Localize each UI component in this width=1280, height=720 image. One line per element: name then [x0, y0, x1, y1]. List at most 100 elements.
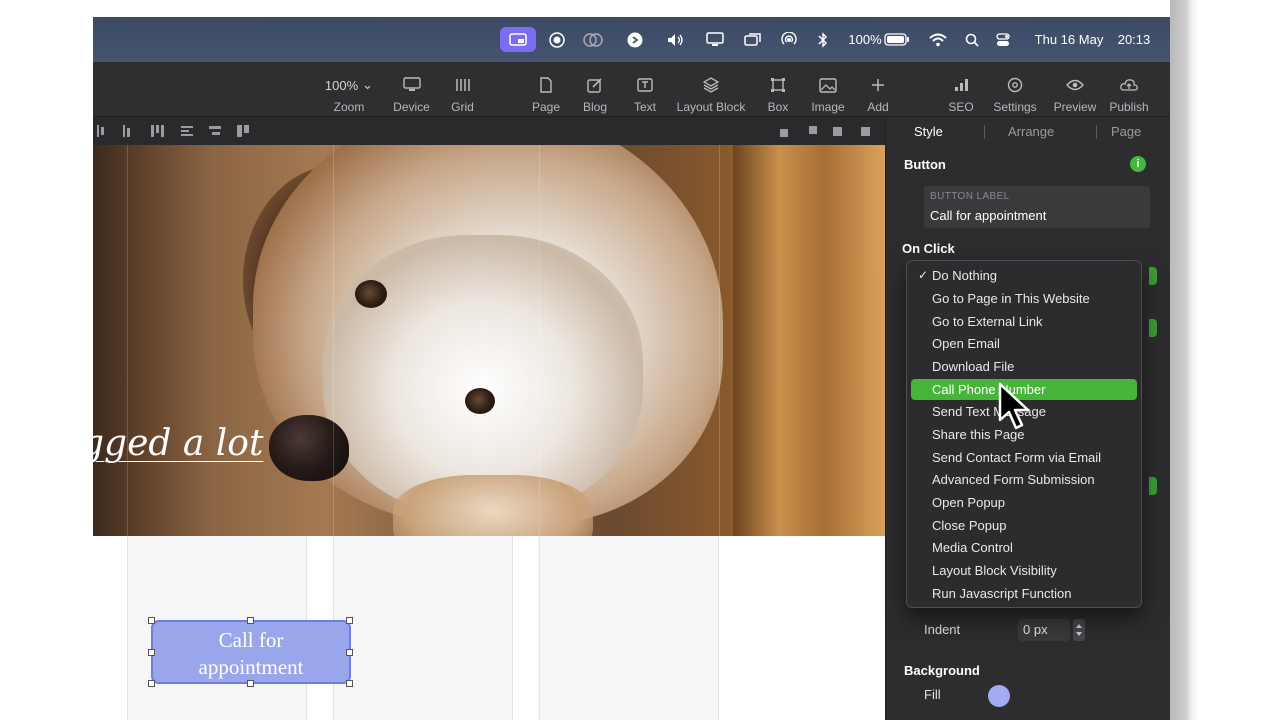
send-backward-icon[interactable] — [807, 125, 819, 137]
grid-column — [333, 536, 513, 720]
resize-handle-bottom-right[interactable] — [346, 680, 353, 687]
left-margin — [0, 0, 93, 720]
tab-style[interactable]: Style — [914, 124, 943, 139]
resize-handle-top[interactable] — [247, 617, 254, 624]
resize-handle-left[interactable] — [148, 649, 155, 656]
box-button[interactable]: Box — [761, 62, 795, 117]
display-icon[interactable] — [703, 17, 727, 62]
on-click-title: On Click — [902, 241, 955, 256]
grid-button[interactable]: Grid — [445, 62, 480, 117]
menu-item-close-popup[interactable]: Close Popup — [911, 515, 1137, 536]
menu-item-external-link[interactable]: Go to External Link — [911, 311, 1137, 332]
menu-item-layout-block-visibility[interactable]: Layout Block Visibility — [911, 560, 1137, 581]
align-center-icon[interactable] — [123, 125, 135, 137]
tab-arrange[interactable]: Arrange — [1008, 124, 1054, 139]
page-icon — [539, 72, 553, 98]
menu-item-contact-form[interactable]: Send Contact Form via Email — [911, 447, 1137, 468]
info-icon[interactable]: i — [1130, 156, 1146, 172]
menu-item-open-popup[interactable]: Open Popup — [911, 492, 1137, 513]
layout-block-label: Layout Block — [676, 100, 746, 114]
fill-color-swatch[interactable] — [988, 685, 1010, 707]
zoom-label: Zoom — [333, 100, 365, 114]
chevron-down-icon: ⌄ — [362, 77, 374, 92]
call-for-appointment-button[interactable]: Call for appointment — [151, 620, 351, 684]
airdrop-icon[interactable] — [777, 17, 801, 62]
send-back-icon[interactable] — [779, 125, 791, 137]
tab-page[interactable]: Page — [1111, 124, 1141, 139]
fill-label: Fill — [924, 687, 941, 702]
align-left-edge-icon[interactable] — [97, 125, 109, 137]
blog-button[interactable]: Blog — [577, 62, 613, 117]
preview-button[interactable]: Preview — [1053, 62, 1097, 117]
indent-stepper[interactable] — [1073, 619, 1085, 641]
device-label: Device — [393, 100, 430, 114]
dog-photo-image[interactable]: gged a lot — [93, 145, 885, 536]
menubar-time[interactable]: 20:13 — [1111, 17, 1157, 62]
add-label: Add — [867, 100, 889, 114]
dog-eye-left — [355, 280, 387, 308]
resize-handle-bottom-left[interactable] — [148, 680, 155, 687]
app-toolbar: 100% ⌄ Zoom Device Grid Page Blog Text La… — [93, 62, 1170, 117]
settings-button[interactable]: Settings — [989, 62, 1041, 117]
edit-icon — [587, 72, 603, 98]
page-button[interactable]: Page — [526, 62, 566, 117]
text-button[interactable]: Text — [627, 62, 663, 117]
seo-label: SEO — [948, 100, 974, 114]
text-icon — [637, 72, 653, 98]
publish-button[interactable]: Publish — [1107, 62, 1151, 117]
plus-icon — [871, 72, 885, 98]
resize-handle-bottom[interactable] — [247, 680, 254, 687]
resize-handle-right[interactable] — [346, 649, 353, 656]
grid-icon — [455, 72, 471, 98]
align-middle-lines-icon[interactable] — [209, 125, 221, 137]
search-icon[interactable] — [962, 17, 982, 62]
align-bars-icon[interactable] — [151, 125, 164, 137]
box-label: Box — [767, 100, 789, 114]
publish-label: Publish — [1109, 100, 1149, 114]
button-text-line-1: Call for — [218, 628, 284, 652]
control-center-icon[interactable] — [993, 17, 1013, 62]
grid-column — [539, 536, 719, 720]
menu-item-run-javascript[interactable]: Run Javascript Function — [911, 583, 1137, 604]
bar-chart-icon — [953, 72, 969, 98]
record-icon[interactable] — [545, 17, 569, 62]
zoom-control[interactable]: 100% ⌄ Zoom — [315, 62, 383, 117]
add-button[interactable]: Add — [863, 62, 893, 117]
menu-item-media-control[interactable]: Media Control — [911, 537, 1137, 558]
indent-input[interactable]: 0 px — [1018, 619, 1070, 641]
bring-forward-icon[interactable] — [833, 125, 845, 137]
bring-front-icon[interactable] — [859, 125, 871, 137]
wifi-icon[interactable] — [926, 17, 950, 62]
button-label-field[interactable]: BUTTON LABEL Call for appointment — [924, 186, 1150, 228]
layers-icon — [703, 72, 719, 98]
menu-item-go-to-page[interactable]: Go to Page in This Website — [911, 288, 1137, 309]
battery-icon[interactable] — [883, 17, 911, 62]
align-top-lines-icon[interactable] — [181, 125, 193, 137]
device-button[interactable]: Device — [389, 62, 434, 117]
button-section-title: Button — [904, 157, 946, 172]
align-bottom-lines-icon[interactable] — [237, 125, 249, 137]
menu-item-advanced-form[interactable]: Advanced Form Submission — [911, 469, 1137, 490]
menu-item-do-nothing[interactable]: ✓ Do Nothing — [911, 265, 1137, 286]
shazam-icon[interactable] — [623, 17, 647, 62]
volume-icon[interactable] — [664, 17, 688, 62]
menubar-date[interactable]: Thu 16 May — [1033, 17, 1105, 62]
design-canvas[interactable]: gged a lot Call for appointment — [93, 145, 885, 720]
script-overlay-text[interactable]: gged a lot — [93, 423, 263, 464]
screen-share-icon[interactable] — [503, 17, 533, 62]
airplay-overlay-icon[interactable] — [581, 17, 605, 62]
layout-block-button[interactable]: Layout Block — [671, 62, 751, 117]
image-label: Image — [811, 100, 845, 114]
seo-button[interactable]: SEO — [943, 62, 979, 117]
image-button[interactable]: Image — [807, 62, 849, 117]
menu-item-open-email[interactable]: Open Email — [911, 333, 1137, 354]
button-label-caption: BUTTON LABEL — [930, 191, 1010, 202]
resize-handle-top-right[interactable] — [346, 617, 353, 624]
resize-handle-top-left[interactable] — [148, 617, 155, 624]
screen-mirror-icon[interactable] — [741, 17, 765, 62]
bluetooth-icon[interactable] — [813, 17, 833, 62]
inspector-tabs: Style Arrange Page — [886, 117, 1170, 145]
menu-item-download-file[interactable]: Download File — [911, 356, 1137, 377]
preview-label: Preview — [1053, 100, 1097, 114]
cloud-upload-icon — [1120, 72, 1138, 98]
